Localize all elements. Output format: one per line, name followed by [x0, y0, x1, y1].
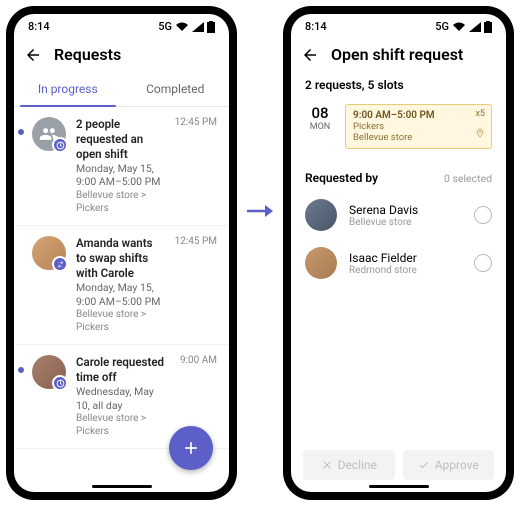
decline-button[interactable]: Decline	[303, 450, 395, 480]
summary-text: 2 requests, 5 slots	[291, 72, 506, 100]
plus-icon	[181, 438, 201, 458]
tabs: In progress Completed	[14, 72, 229, 107]
back-icon[interactable]	[24, 46, 42, 64]
item-title: 2 people requested an open shift	[76, 117, 165, 162]
shift-count: x5	[475, 109, 485, 119]
phone-right: 8:14 5G Open shift request 2 requests, 5…	[283, 6, 514, 500]
person-name: Serena Davis	[349, 203, 462, 217]
page-title: Requests	[54, 45, 121, 64]
home-indicator	[369, 485, 429, 488]
select-radio[interactable]	[474, 206, 492, 224]
status-time: 8:14	[28, 20, 50, 33]
item-meta: Bellevue store > Pickers	[76, 412, 170, 438]
status-bar: 8:14 5G	[14, 14, 229, 37]
timeoff-badge-icon	[52, 375, 68, 391]
item-meta: Bellevue store > Pickers	[76, 189, 165, 215]
signal-icon	[469, 22, 481, 32]
status-time: 8:14	[305, 20, 327, 33]
battery-icon	[484, 21, 492, 33]
shift-time: 9:00 AM–5:00 PM	[353, 110, 484, 121]
selected-count: 0 selected	[444, 172, 492, 185]
person-name: Isaac Fielder	[349, 251, 462, 265]
clock-badge-icon	[52, 137, 68, 153]
status-bar: 8:14 5G	[291, 14, 506, 37]
list-item[interactable]: 2 people requested an open shift Monday,…	[14, 107, 229, 226]
status-network: 5G	[435, 20, 449, 33]
shift-role: Pickers	[353, 121, 484, 132]
back-icon[interactable]	[301, 46, 319, 64]
avatar	[305, 247, 337, 279]
wifi-icon	[175, 22, 189, 32]
close-icon	[321, 459, 333, 471]
list-item[interactable]: Amanda wants to swap shifts with Carole …	[14, 226, 229, 345]
item-time: 12:45 PM	[175, 236, 217, 334]
item-subtitle: Monday, May 15, 9:00 AM–5:00 PM	[76, 162, 165, 189]
signal-icon	[192, 22, 204, 32]
date-column: 08 MON	[305, 104, 335, 149]
status-network: 5G	[158, 20, 172, 33]
requested-by-label: Requested by	[305, 171, 378, 185]
item-time: 12:45 PM	[175, 117, 217, 215]
decline-label: Decline	[338, 458, 377, 472]
check-icon	[418, 459, 430, 471]
page-title: Open shift request	[331, 45, 463, 64]
location-pin-icon	[475, 123, 485, 142]
item-title: Amanda wants to swap shifts with Carole	[76, 236, 165, 281]
tab-completed[interactable]: Completed	[122, 72, 230, 106]
fab-add-button[interactable]	[169, 426, 213, 470]
date-day: MON	[305, 122, 335, 132]
date-number: 08	[305, 104, 335, 122]
unread-dot	[18, 367, 24, 373]
flow-arrow-icon	[247, 201, 273, 225]
shift-card[interactable]: 9:00 AM–5:00 PM Pickers Bellevue store x…	[345, 104, 492, 149]
phone-left: 8:14 5G Requests In progress Completed	[6, 6, 237, 500]
unread-dot	[18, 129, 24, 135]
shift-store: Bellevue store	[353, 132, 484, 143]
person-row[interactable]: Isaac Fielder Redmond store	[291, 239, 506, 287]
item-meta: Bellevue store > Pickers	[76, 308, 165, 334]
tab-in-progress[interactable]: In progress	[14, 72, 122, 106]
person-row[interactable]: Serena Davis Bellevue store	[291, 191, 506, 239]
home-indicator	[92, 485, 152, 488]
item-title: Carole requested time off	[76, 355, 170, 385]
wifi-icon	[452, 22, 466, 32]
select-radio[interactable]	[474, 254, 492, 272]
item-subtitle: Wednesday, May 10, all day	[76, 385, 170, 412]
item-subtitle: Monday, May 15, 9:00 AM–5:00 PM	[76, 281, 165, 308]
approve-label: Approve	[435, 458, 479, 472]
person-store: Redmond store	[349, 265, 462, 276]
battery-icon	[207, 21, 215, 33]
person-store: Bellevue store	[349, 217, 462, 228]
avatar	[305, 199, 337, 231]
swap-badge-icon	[52, 256, 68, 272]
approve-button[interactable]: Approve	[403, 450, 495, 480]
